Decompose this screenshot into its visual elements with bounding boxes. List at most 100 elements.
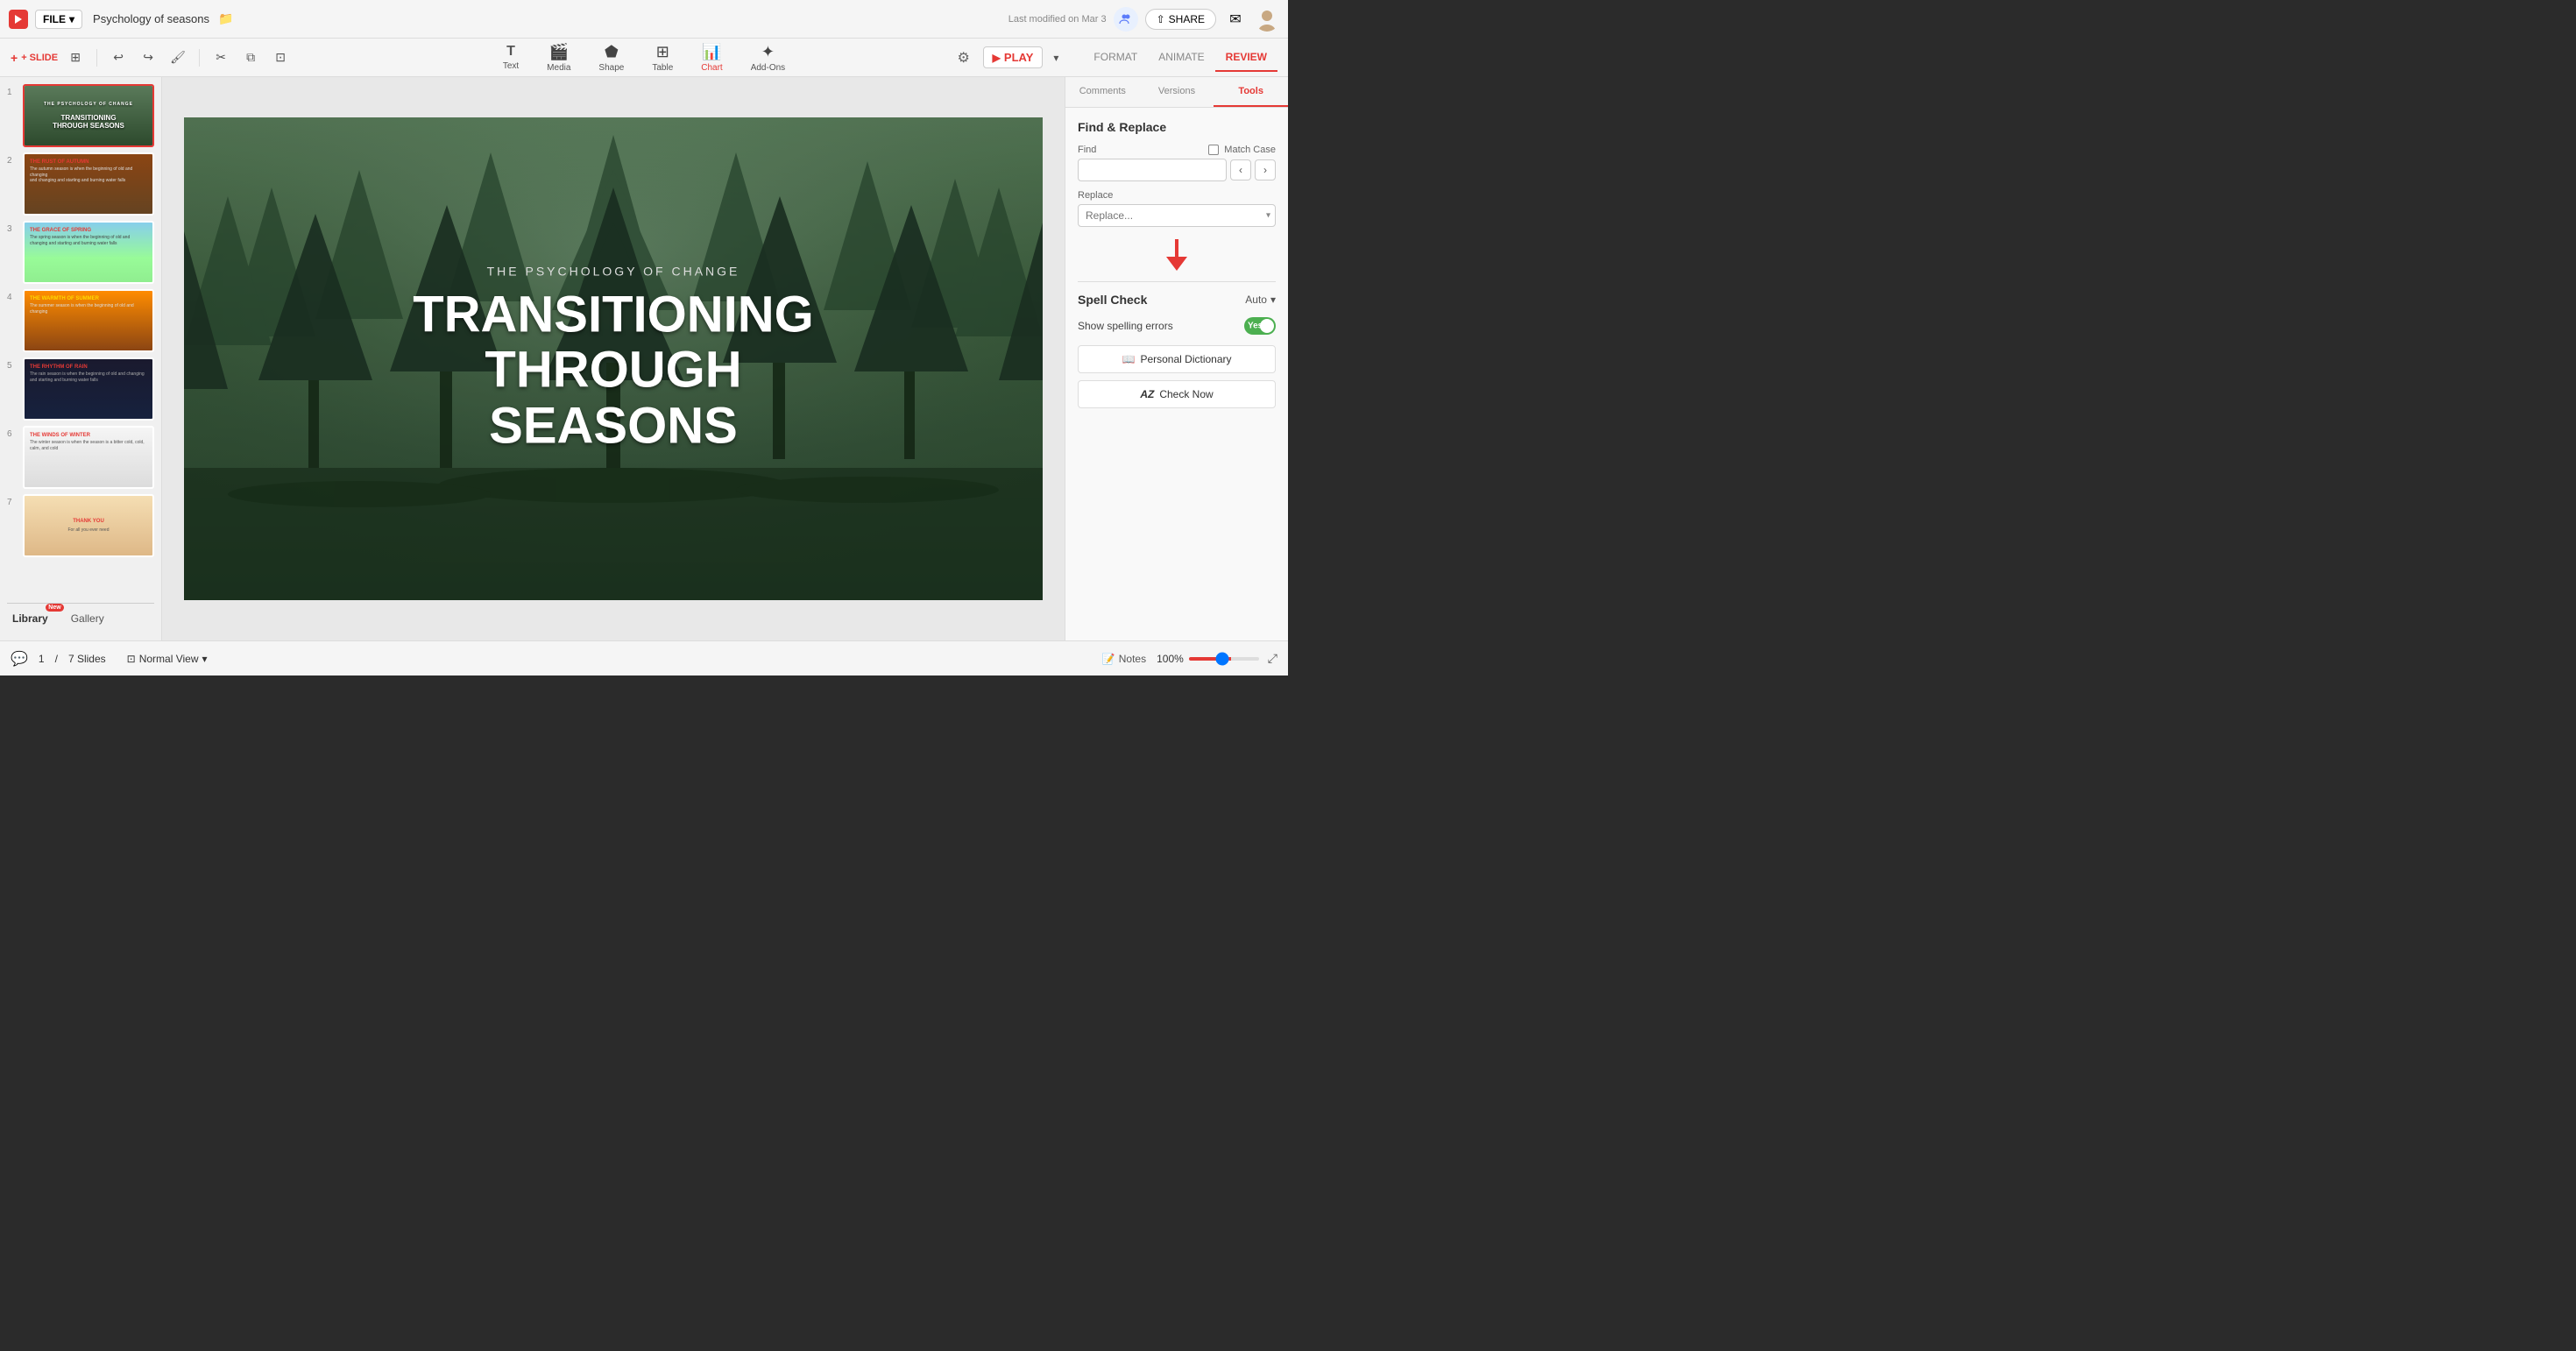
find-replace-section: Find & Replace Find Match Case ‹ › Repla…	[1078, 120, 1276, 271]
paste-button[interactable]: ⊡	[268, 46, 293, 70]
spell-check-title: Spell Check	[1078, 293, 1147, 307]
shape-tool[interactable]: ⬟ Shape	[591, 39, 631, 76]
slide-item-5[interactable]: 5 THE RHYTHM OF RAIN The rain season is …	[7, 357, 154, 421]
animate-tab[interactable]: ANIMATE	[1148, 44, 1214, 72]
notes-button[interactable]: 📝 Notes	[1102, 653, 1146, 665]
spell-check-mode[interactable]: Auto ▾	[1245, 294, 1276, 306]
match-case-checkbox[interactable]	[1208, 145, 1219, 155]
check-now-button[interactable]: AZ Check Now	[1078, 380, 1276, 408]
media-tool[interactable]: 🎬 Media	[540, 39, 577, 76]
paint-format-button[interactable]: 🖌	[166, 46, 190, 70]
replace-input[interactable]	[1078, 204, 1276, 227]
slide-text-overlay: THE PSYCHOLOGY OF CHANGE TRANSITIONING T…	[399, 264, 828, 454]
slide-item-1[interactable]: 1 THE PSYCHOLOGY OF CHANGE TRANSITIONING…	[7, 84, 154, 147]
redo-button[interactable]: ↪	[136, 46, 160, 70]
find-input-row: ‹ ›	[1078, 159, 1276, 181]
notes-icon: 📝	[1102, 653, 1115, 665]
find-prev-button[interactable]: ‹	[1230, 159, 1251, 180]
last-modified-text: Last modified on Mar 3	[1008, 14, 1107, 25]
find-next-button[interactable]: ›	[1255, 159, 1276, 180]
slide-thumb-2[interactable]: THE RUST OF AUTUMN The autumn season is …	[23, 152, 154, 216]
replace-input-wrap: ▾	[1078, 204, 1276, 227]
app-logo	[9, 10, 28, 29]
share-button[interactable]: ⇧ SHARE	[1145, 9, 1216, 30]
copy-button[interactable]: ⧉	[238, 46, 263, 70]
spell-check-section: Spell Check Auto ▾ Show spelling errors …	[1078, 293, 1276, 408]
text-tool[interactable]: T Text	[496, 40, 526, 74]
toolbar-center: T Text 🎬 Media ⬟ Shape ⊞ Table 📊 Chart ✦…	[496, 39, 792, 76]
slide-item-3[interactable]: 3 THE GRACE OF SPRING The spring season …	[7, 221, 154, 284]
normal-view-button[interactable]: ⊡ Normal View ▾	[127, 653, 208, 665]
settings-icon[interactable]: ⚙	[952, 46, 976, 70]
scissors-button[interactable]: ✂	[209, 46, 233, 70]
undo-button[interactable]: ↩	[106, 46, 131, 70]
chart-tool[interactable]: 📊 Chart	[694, 39, 729, 76]
personal-dict-icon: 📖	[1122, 353, 1136, 365]
slide-title: TRANSITIONING THROUGH SEASONS	[399, 286, 828, 454]
right-panel: Comments Versions Tools Find & Replace F…	[1065, 77, 1288, 640]
slide-item-6[interactable]: 6 THE WINDS OF WINTER The winter season …	[7, 426, 154, 489]
find-input[interactable]	[1078, 159, 1227, 181]
slide-total: 7 Slides	[68, 653, 106, 665]
personal-dictionary-button[interactable]: 📖 Personal Dictionary	[1078, 345, 1276, 373]
notification-icon[interactable]: ✉	[1223, 7, 1248, 32]
tools-tab[interactable]: Tools	[1214, 77, 1288, 107]
red-arrow-indicator	[1078, 239, 1276, 271]
divider-2	[199, 49, 200, 67]
canvas-area: THE PSYCHOLOGY OF CHANGE TRANSITIONING T…	[162, 77, 1065, 640]
replace-dropdown-icon[interactable]: ▾	[1266, 211, 1270, 221]
file-button[interactable]: FILE ▾	[35, 10, 82, 29]
collaborators-icon[interactable]	[1114, 7, 1138, 32]
document-title: Psychology of seasons	[93, 12, 209, 25]
divider-1	[96, 49, 97, 67]
view-icon: ⊡	[127, 653, 136, 665]
slide-item-7[interactable]: 7 THANK YOU For all you ever need	[7, 494, 154, 557]
chat-icon[interactable]: 💬	[11, 650, 28, 668]
table-tool[interactable]: ⊞ Table	[645, 39, 680, 76]
slide-thumb-4[interactable]: THE WARMTH OF SUMMER The summer season i…	[23, 289, 154, 352]
slide-thumb-6[interactable]: THE WINDS OF WINTER The winter season is…	[23, 426, 154, 489]
slide-thumb-1[interactable]: THE PSYCHOLOGY OF CHANGE TRANSITIONINGTH…	[23, 84, 154, 147]
slide-canvas: THE PSYCHOLOGY OF CHANGE TRANSITIONING T…	[184, 117, 1043, 600]
add-slide-button[interactable]: + + SLIDE	[11, 51, 58, 65]
slide-thumb-3[interactable]: THE GRACE OF SPRING The spring season is…	[23, 221, 154, 284]
spelling-toggle[interactable]: Yes	[1244, 317, 1276, 335]
slides-panel: 1 THE PSYCHOLOGY OF CHANGE TRANSITIONING…	[0, 77, 162, 640]
fullscreen-icon[interactable]: ⤢	[1268, 651, 1277, 666]
check-now-icon: AZ	[1140, 388, 1154, 400]
show-spelling-label: Show spelling errors	[1078, 320, 1173, 332]
library-tab[interactable]: Library New	[7, 609, 53, 628]
addons-tool[interactable]: ✦ Add-Ons	[744, 39, 792, 76]
match-case-wrap: Match Case	[1208, 145, 1276, 155]
slide-item-2[interactable]: 2 THE RUST OF AUTUMN The autumn season i…	[7, 152, 154, 216]
section-divider	[1078, 281, 1276, 282]
slide-thumb-5[interactable]: THE RHYTHM OF RAIN The rain season is wh…	[23, 357, 154, 421]
find-label: Find	[1078, 145, 1096, 155]
replace-row: Replace ▾	[1078, 190, 1276, 227]
spell-check-header: Spell Check Auto ▾	[1078, 293, 1276, 307]
grid-view-button[interactable]: ⊞	[63, 46, 88, 70]
library-gallery-bar: Library New Gallery	[7, 603, 154, 633]
slide-background: THE PSYCHOLOGY OF CHANGE TRANSITIONING T…	[184, 117, 1043, 600]
review-tab[interactable]: REVIEW	[1215, 44, 1277, 72]
main-area: 1 THE PSYCHOLOGY OF CHANGE TRANSITIONING…	[0, 77, 1288, 640]
gallery-tab[interactable]: Gallery	[66, 609, 110, 628]
zoom-level: 100%	[1157, 653, 1184, 665]
slide-thumb-7[interactable]: THANK YOU For all you ever need	[23, 494, 154, 557]
slide-subtitle: THE PSYCHOLOGY OF CHANGE	[399, 264, 828, 278]
match-case-label: Match Case	[1224, 145, 1276, 155]
bottom-bar: 💬 1 / 7 Slides ⊡ Normal View ▾ 📝 Notes 1…	[0, 640, 1288, 676]
comments-tab[interactable]: Comments	[1065, 77, 1140, 107]
right-panel-content: Find & Replace Find Match Case ‹ › Repla…	[1065, 108, 1288, 640]
right-panel-tabs: Comments Versions Tools	[1065, 77, 1288, 108]
slide-item-4[interactable]: 4 THE WARMTH OF SUMMER The summer season…	[7, 289, 154, 352]
zoom-slider[interactable]	[1189, 657, 1259, 661]
play-dropdown-arrow[interactable]: ▾	[1050, 52, 1062, 64]
format-tab[interactable]: FORMAT	[1083, 44, 1148, 72]
user-avatar[interactable]	[1255, 7, 1279, 32]
zoom-control: 100% ⤢	[1157, 651, 1277, 666]
versions-tab[interactable]: Versions	[1140, 77, 1214, 107]
play-button[interactable]: ▶ PLAY	[983, 46, 1044, 68]
replace-label: Replace	[1078, 190, 1113, 201]
toggle-knob	[1260, 319, 1274, 333]
